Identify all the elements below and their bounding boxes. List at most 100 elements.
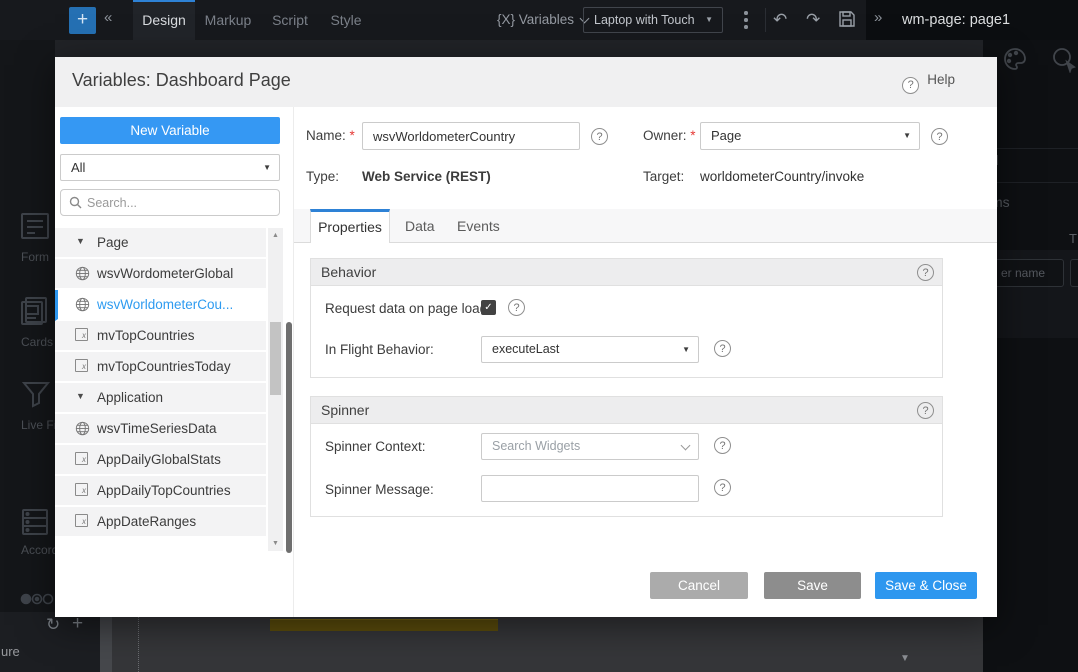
- spinner-context-label: Spinner Context:: [325, 439, 426, 454]
- help-icon[interactable]: ?: [931, 128, 948, 145]
- wizard-widget-icon[interactable]: [20, 592, 54, 611]
- spinner-context-select[interactable]: Search Widgets: [481, 433, 699, 460]
- variable-item[interactable]: x AppDailyGlobalStats: [55, 445, 266, 476]
- variable-group-label: Application: [97, 390, 163, 405]
- panel-input-stub[interactable]: er name: [992, 259, 1064, 287]
- live-filter-widget-icon[interactable]: [20, 378, 52, 415]
- help-icon: ?: [902, 77, 919, 94]
- tab-events[interactable]: Events: [457, 209, 500, 243]
- help-icon[interactable]: ?: [714, 437, 731, 454]
- panel-input-stub[interactable]: [1070, 259, 1078, 287]
- highlighted-canvas-element[interactable]: [270, 619, 498, 631]
- scrollbar-thumb[interactable]: [270, 322, 281, 395]
- dialog-scrollbar-thumb[interactable]: [286, 322, 292, 553]
- model-variable-icon: x: [75, 514, 88, 527]
- help-icon[interactable]: ?: [917, 402, 934, 419]
- toolbar-right-segment: » wm-page: page1: [866, 0, 1078, 40]
- tab-properties[interactable]: Properties: [310, 209, 390, 243]
- variable-item-label: AppDailyTopCountries: [97, 483, 231, 498]
- sidebar-divider: [293, 107, 294, 617]
- model-variable-icon: x: [75, 359, 88, 372]
- variable-group-label: Page: [97, 235, 129, 250]
- collapse-panel-icon[interactable]: «: [104, 9, 112, 26]
- owner-select[interactable]: Page ▼: [700, 122, 920, 150]
- panel-divider: [983, 148, 1078, 149]
- name-label-text: Name:: [306, 128, 346, 143]
- save-icon[interactable]: [838, 10, 856, 30]
- refresh-icon[interactable]: ↻: [46, 615, 60, 635]
- variable-item-selected[interactable]: wsvWorldometerCou...: [55, 290, 266, 321]
- model-variable-icon: x: [75, 452, 88, 465]
- toolbar-divider: [765, 8, 766, 32]
- save-and-close-button[interactable]: Save & Close: [875, 572, 977, 599]
- device-select[interactable]: Laptop with Touch ▼: [583, 7, 723, 33]
- help-link[interactable]: ?Help: [902, 72, 955, 94]
- request-data-checkbox[interactable]: ✓: [481, 300, 496, 315]
- search-input[interactable]: [87, 191, 275, 214]
- variable-item[interactable]: x AppDailyTopCountries: [55, 476, 266, 507]
- more-options-icon[interactable]: [744, 11, 748, 32]
- caret-down-icon[interactable]: ▼: [900, 653, 910, 664]
- owner-label-text: Owner:: [643, 128, 687, 143]
- help-icon[interactable]: ?: [714, 479, 731, 496]
- widget-palette: Form Cards Live Filt Accordi W: [0, 40, 55, 612]
- required-marker: *: [350, 128, 355, 143]
- caret-down-icon: ▼: [263, 155, 271, 180]
- cards-widget-icon[interactable]: [20, 296, 48, 331]
- variable-item[interactable]: x AppDateRanges: [55, 507, 266, 538]
- variable-item-label: AppDateRanges: [97, 514, 196, 529]
- variables-menu-label: {X} Variables: [497, 12, 574, 27]
- tab-data[interactable]: Data: [405, 209, 435, 243]
- save-button[interactable]: Save: [764, 572, 861, 599]
- accordion-widget-icon[interactable]: [20, 507, 50, 542]
- theme-palette-icon[interactable]: [1002, 46, 1029, 78]
- form-widget-icon[interactable]: [20, 212, 50, 245]
- variable-group-application[interactable]: ▼ Application: [55, 383, 266, 414]
- panel-divider: [983, 182, 1078, 183]
- help-icon[interactable]: ?: [508, 299, 525, 316]
- variable-item[interactable]: wsvWordometerGlobal: [55, 259, 266, 290]
- new-variable-button[interactable]: New Variable: [60, 117, 280, 144]
- cancel-button[interactable]: Cancel: [650, 572, 748, 599]
- variables-menu[interactable]: {X} Variables: [497, 0, 588, 40]
- tab-script[interactable]: Script: [264, 0, 316, 40]
- spinner-message-label: Spinner Message:: [325, 482, 434, 497]
- panel-fragment: T: [1069, 231, 1077, 246]
- variable-item[interactable]: wsvTimeSeriesData: [55, 414, 266, 445]
- web-service-icon: [75, 266, 90, 286]
- variable-group-page[interactable]: ▼ Page: [55, 228, 266, 259]
- variable-item-label: mvTopCountriesToday: [97, 359, 231, 374]
- spinner-message-input[interactable]: [481, 475, 699, 502]
- scroll-up-icon[interactable]: ▲: [268, 232, 283, 239]
- help-icon[interactable]: ?: [714, 340, 731, 357]
- add-widget-button[interactable]: +: [69, 7, 96, 34]
- dialog-header: Variables: Dashboard Page ?Help: [55, 57, 997, 107]
- spinner-section-header: Spinner ?: [311, 397, 942, 424]
- inspect-element-icon[interactable]: [1051, 46, 1077, 78]
- tab-markup[interactable]: Markup: [198, 0, 258, 40]
- owner-select-value: Page: [711, 128, 741, 143]
- variable-filter-select[interactable]: All ▼: [60, 154, 280, 181]
- help-icon[interactable]: ?: [591, 128, 608, 145]
- name-input[interactable]: [362, 122, 580, 150]
- variable-item[interactable]: x mvTopCountries: [55, 321, 266, 352]
- inflight-behavior-select[interactable]: executeLast ▼: [481, 336, 699, 363]
- behavior-section: Behavior ? Request data on page load ✓ ?…: [310, 258, 943, 378]
- list-scrollbar: ▲ ▼: [268, 228, 283, 551]
- tab-design[interactable]: Design: [133, 0, 195, 40]
- request-data-label: Request data on page load: [325, 301, 487, 316]
- palette-item-form-label: Form: [21, 250, 49, 264]
- redo-icon[interactable]: ↷: [806, 0, 820, 40]
- variables-dialog: Variables: Dashboard Page ?Help New Vari…: [55, 57, 997, 617]
- variable-item-label: wsvWorldometerCou...: [97, 297, 233, 312]
- variable-item[interactable]: x mvTopCountriesToday: [55, 352, 266, 383]
- undo-icon[interactable]: ↶: [773, 0, 787, 40]
- scroll-down-icon[interactable]: ▼: [268, 540, 283, 547]
- caret-down-icon: ▼: [705, 8, 713, 32]
- target-label: Target:: [643, 169, 684, 184]
- tab-style[interactable]: Style: [322, 0, 370, 40]
- expand-panel-icon[interactable]: »: [874, 9, 882, 26]
- help-icon[interactable]: ?: [917, 264, 934, 281]
- inflight-behavior-label: In Flight Behavior:: [325, 342, 434, 357]
- variable-item-label: AppDailyGlobalStats: [97, 452, 221, 467]
